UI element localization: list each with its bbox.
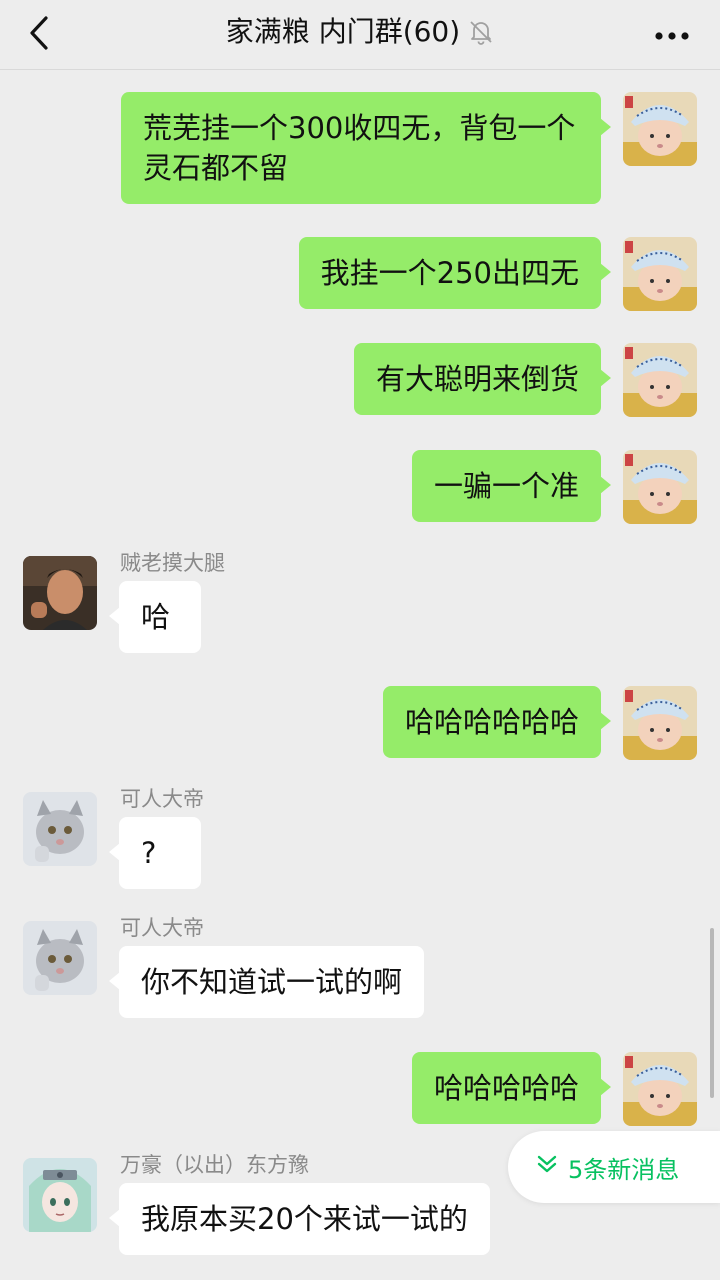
message-bubble[interactable]: 哈哈哈哈哈	[411, 1052, 612, 1124]
message-row: 贼老摸大腿 哈	[0, 550, 720, 655]
message-text: 我挂一个250出四无	[320, 256, 579, 290]
avatar-sender[interactable]	[23, 792, 97, 866]
message-row: 哈哈哈哈哈哈	[0, 686, 720, 761]
message-row: 一骗一个准	[0, 450, 720, 525]
message-bubble[interactable]: 哈哈哈哈哈哈	[382, 686, 612, 758]
message-bubble[interactable]: 我挂一个250出四无	[298, 237, 612, 309]
message-bubble[interactable]: 荒芜挂一个300收四无，背包一个灵石都不留	[121, 92, 611, 204]
double-chevron-down-icon	[536, 1153, 558, 1181]
message-text: 荒芜挂一个300收四无，背包一个灵石都不留	[143, 111, 576, 185]
message-text: 一骗一个准	[433, 469, 579, 503]
avatar-sender[interactable]	[23, 556, 97, 630]
message-text: 你不知道试一试的啊	[141, 965, 403, 999]
chat-title: 家满粮 内门群(60)	[225, 15, 461, 48]
message-row: 荒芜挂一个300收四无，背包一个灵石都不留	[0, 92, 720, 207]
message-row: 可人大帝 ?	[0, 786, 720, 891]
avatar-self[interactable]	[623, 450, 697, 524]
message-text: 有大聪明来倒货	[375, 362, 579, 396]
sender-name: 贼老摸大腿	[120, 551, 225, 575]
message-text: 哈哈哈哈哈哈	[404, 705, 579, 739]
message-text: ?	[141, 836, 157, 870]
message-bubble[interactable]: 有大聪明来倒货	[353, 343, 612, 415]
message-bubble[interactable]: ?	[109, 817, 201, 889]
avatar-sender[interactable]	[23, 1158, 97, 1232]
message-text: 我原本买20个来试一试的	[141, 1202, 468, 1236]
chat-title-container: 家满粮 内门群(60)	[0, 12, 720, 52]
scrollbar[interactable]	[710, 928, 714, 1098]
avatar-self[interactable]	[623, 686, 697, 760]
message-bubble[interactable]: 一骗一个准	[411, 450, 612, 522]
message-text: 哈哈哈哈哈	[433, 1071, 579, 1105]
avatar-self[interactable]	[623, 343, 697, 417]
sender-name: 可人大帝	[120, 916, 204, 940]
message-bubble[interactable]: 哈	[109, 581, 201, 653]
message-bubble[interactable]: 我原本买20个来试一试的	[109, 1183, 490, 1255]
more-dots-icon	[654, 26, 690, 45]
message-row: 我挂一个250出四无	[0, 237, 720, 312]
bell-off-icon	[468, 19, 494, 45]
sender-name: 可人大帝	[120, 787, 204, 811]
avatar-self[interactable]	[623, 92, 697, 166]
message-bubble[interactable]: 你不知道试一试的啊	[108, 946, 425, 1018]
new-messages-button[interactable]: 5条新消息	[508, 1131, 720, 1203]
more-button[interactable]	[642, 14, 702, 56]
message-row: 有大聪明来倒货	[0, 343, 720, 418]
message-row: 可人大帝 你不知道试一试的啊	[0, 915, 720, 1020]
new-messages-label: 5条新消息	[568, 1155, 680, 1184]
avatar-sender[interactable]	[23, 921, 97, 995]
chat-header: 家满粮 内门群(60)	[0, 0, 720, 70]
avatar-self[interactable]	[623, 1052, 697, 1126]
sender-name: 万豪（以出）东方豫	[120, 1153, 309, 1177]
avatar-self[interactable]	[623, 237, 697, 311]
message-row: 哈哈哈哈哈	[0, 1052, 720, 1127]
message-text: 哈	[141, 600, 171, 634]
